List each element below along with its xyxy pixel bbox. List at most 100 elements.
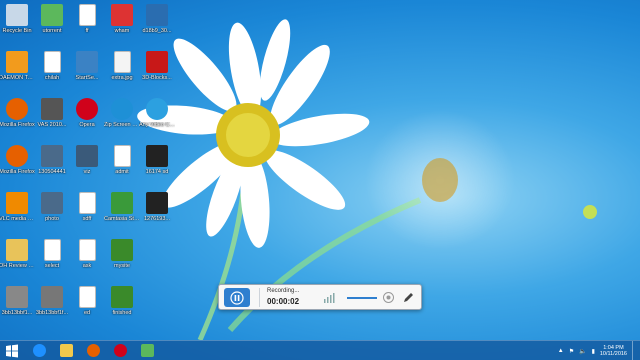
pen-icon[interactable] xyxy=(402,291,415,304)
desktop-icon-label: admit xyxy=(115,169,129,175)
clock-date: 10/11/2016 xyxy=(599,351,627,357)
internet-explorer-icon xyxy=(32,344,46,357)
pause-icon xyxy=(230,290,244,305)
desktop-icon[interactable]: 1276193... xyxy=(140,192,174,238)
desktop-icon-label: d18b9_30... xyxy=(142,28,172,34)
pause-button[interactable] xyxy=(224,288,250,307)
recording-timer: 00:00:02 xyxy=(267,297,300,306)
document-icon xyxy=(113,145,131,167)
desktop-icon[interactable]: 3bb13bbf1... xyxy=(0,286,34,332)
recording-toolbar: Recording... 00:00:02 xyxy=(218,284,422,310)
desktop-icon-label: VLC media player xyxy=(0,216,35,222)
image-icon xyxy=(146,51,168,73)
desktop-icon-label: 3bb13bbf1... xyxy=(1,310,33,316)
desktop-icon[interactable]: DAEMON Tools Lite xyxy=(0,51,35,97)
desktop-icon[interactable]: photo xyxy=(35,192,69,238)
desktop-icon[interactable]: utorrent xyxy=(35,4,69,50)
video-icon xyxy=(111,239,133,261)
camtasia-icon xyxy=(111,192,133,214)
desktop-icon[interactable]: extra.jpg xyxy=(105,51,139,97)
flag-icon[interactable]: ⚑ xyxy=(569,348,574,355)
webcam-icon[interactable] xyxy=(382,291,395,304)
windows-icon xyxy=(6,344,18,357)
desktop-icon-label: 130504441 xyxy=(38,169,66,175)
desktop-icon-label: OH Review Data xyxy=(0,263,35,269)
desktop-icon[interactable]: d18b9_30... xyxy=(140,4,174,50)
desktop-icon-label: 3bb13bbf1f... xyxy=(35,310,69,316)
desktop-icon[interactable]: sdff xyxy=(70,192,104,238)
desktop-icon[interactable]: VLC media player xyxy=(0,192,35,238)
desktop-icon[interactable]: ask xyxy=(70,239,104,285)
firefox-icon xyxy=(6,98,28,120)
desktop-icon-label: 3D-Blocks... xyxy=(142,75,172,81)
desktop-icon-label: mysite xyxy=(114,263,130,269)
image-icon xyxy=(146,192,168,214)
image-icon xyxy=(111,4,133,26)
system-tray: ▲ ⚑ 🔈 ▮ 1:04 PM 10/11/2016 xyxy=(558,341,636,360)
desktop-icon[interactable]: 3bb13bbf1f... xyxy=(35,286,69,332)
desktop-icon[interactable]: Any Video Converter xyxy=(139,98,175,144)
recording-status: Recording... xyxy=(267,288,300,294)
desktop-icon-label: photo xyxy=(45,216,59,222)
desktop-icon[interactable]: Zip Screen Recorder xyxy=(104,98,140,144)
desktop-icon-label: select xyxy=(44,263,60,269)
taskbar-explorer-button[interactable] xyxy=(54,342,78,360)
desktop-icon-label: Mozilla Firefox xyxy=(0,122,35,128)
taskbar-ie-button[interactable] xyxy=(27,342,51,360)
utorrent-icon xyxy=(140,344,154,357)
desktop-icon[interactable]: Mozilla Firefox xyxy=(0,98,35,144)
volume-icon[interactable]: 🔈 xyxy=(579,348,586,355)
desktop-icon[interactable]: Camtasia Studio 8 xyxy=(104,192,140,238)
desktop-icon-label: Mozilla Firefox xyxy=(0,169,35,175)
taskbar-firefox-button[interactable] xyxy=(81,342,105,360)
taskbar-utorrent-button[interactable] xyxy=(135,342,159,360)
volume-slider[interactable] xyxy=(347,297,377,299)
desktop-icon[interactable]: Mozilla Firefox xyxy=(0,145,35,191)
desktop-icon-label: 16174 sd xyxy=(145,169,169,175)
desktop-icon[interactable]: ff xyxy=(70,4,104,50)
clock[interactable]: 1:04 PM 10/11/2016 xyxy=(600,345,627,358)
desktop-icon-label: utorrent xyxy=(42,28,62,34)
tray-chevron-icon[interactable]: ▲ xyxy=(558,348,564,354)
opera-icon xyxy=(76,98,98,120)
image-icon xyxy=(146,4,168,26)
desktop-icon-label: extra.jpg xyxy=(111,75,133,81)
desktop-icon[interactable]: VAS 2010... xyxy=(35,98,69,144)
desktop-icon[interactable]: finished xyxy=(105,286,139,332)
network-icon[interactable]: ▮ xyxy=(592,348,595,355)
desktop-icon[interactable]: StartSe... xyxy=(70,51,104,97)
desktop-icon-label: Camtasia Studio 8 xyxy=(104,216,140,222)
desktop-icon[interactable]: Opera xyxy=(70,98,104,144)
desktop-icon-label: chilah xyxy=(44,75,60,81)
taskbar-opera-button[interactable] xyxy=(108,342,132,360)
folder-icon xyxy=(6,239,28,261)
document-icon xyxy=(78,286,96,308)
converter-icon xyxy=(146,98,168,120)
photo-icon xyxy=(41,192,63,214)
desktop-icon[interactable]: select xyxy=(35,239,69,285)
desktop-icon[interactable]: mysite xyxy=(105,239,139,285)
desktop-icon[interactable]: 130504441 xyxy=(35,145,69,191)
recycle-bin-icon xyxy=(6,4,28,26)
opera-icon xyxy=(113,344,127,357)
desktop-icon[interactable]: 3D-Blocks... xyxy=(140,51,174,97)
desktop-icon[interactable]: viz xyxy=(70,145,104,191)
desktop-icon[interactable]: ed xyxy=(70,286,104,332)
show-desktop-button[interactable] xyxy=(632,341,636,360)
desktop-icon[interactable]: Recycle Bin xyxy=(0,4,34,50)
desktop-icon-label: ask xyxy=(82,263,92,269)
desktop-icon-label: Zip Screen Recorder xyxy=(104,122,140,128)
desktop-icon[interactable]: 16174 sd xyxy=(140,145,174,191)
desktop-icon[interactable]: chilah xyxy=(35,51,69,97)
image-icon xyxy=(146,145,168,167)
desktop-icon[interactable]: OH Review Data xyxy=(0,239,35,285)
app-icon xyxy=(76,51,98,73)
desktop-icon-label: sdff xyxy=(82,216,92,222)
desktop-icon-label: Any Video Converter xyxy=(139,122,175,128)
desktop-icon[interactable]: admit xyxy=(105,145,139,191)
recorder-icon xyxy=(111,98,133,120)
taskbar: ▲ ⚑ 🔈 ▮ 1:04 PM 10/11/2016 xyxy=(0,340,640,360)
start-button[interactable] xyxy=(0,342,24,360)
vlc-icon xyxy=(6,192,28,214)
desktop-icon[interactable]: wham xyxy=(105,4,139,50)
